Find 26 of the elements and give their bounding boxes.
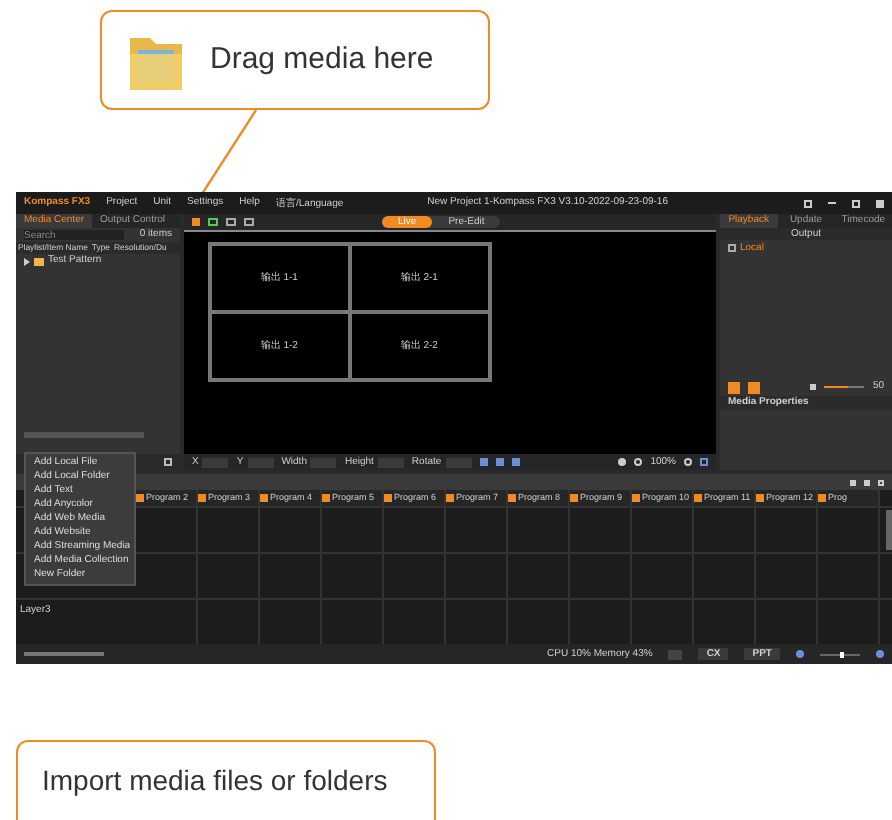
- program-icon: [446, 494, 454, 502]
- program-icon: [818, 494, 826, 502]
- program-icon: [632, 494, 640, 502]
- number-field[interactable]: [202, 457, 229, 467]
- scrollbar[interactable]: [24, 432, 144, 438]
- program-icon: [198, 494, 206, 502]
- program-icon: [260, 494, 268, 502]
- number-field[interactable]: [310, 457, 337, 467]
- number-field[interactable]: [377, 457, 404, 467]
- number-field[interactable]: [445, 457, 472, 467]
- program-icon: [756, 494, 764, 502]
- number-field[interactable]: [247, 457, 274, 467]
- program-icon: [570, 494, 578, 502]
- program-icon: [508, 494, 516, 502]
- timeline-zoom-slider[interactable]: [820, 653, 860, 655]
- program-icon: [694, 494, 702, 502]
- callout-text: Import media files or folders: [42, 762, 388, 800]
- scrollbar[interactable]: [886, 510, 892, 550]
- checkbox[interactable]: [728, 244, 736, 252]
- program-icon: [322, 494, 330, 502]
- program-icon: [384, 494, 392, 502]
- program-icon: [136, 494, 144, 502]
- maximize-icon[interactable]: [852, 199, 860, 207]
- scrollbar[interactable]: [24, 652, 104, 656]
- fit-screen-icon[interactable]: [700, 458, 708, 466]
- callout-text: Drag media here: [210, 39, 434, 80]
